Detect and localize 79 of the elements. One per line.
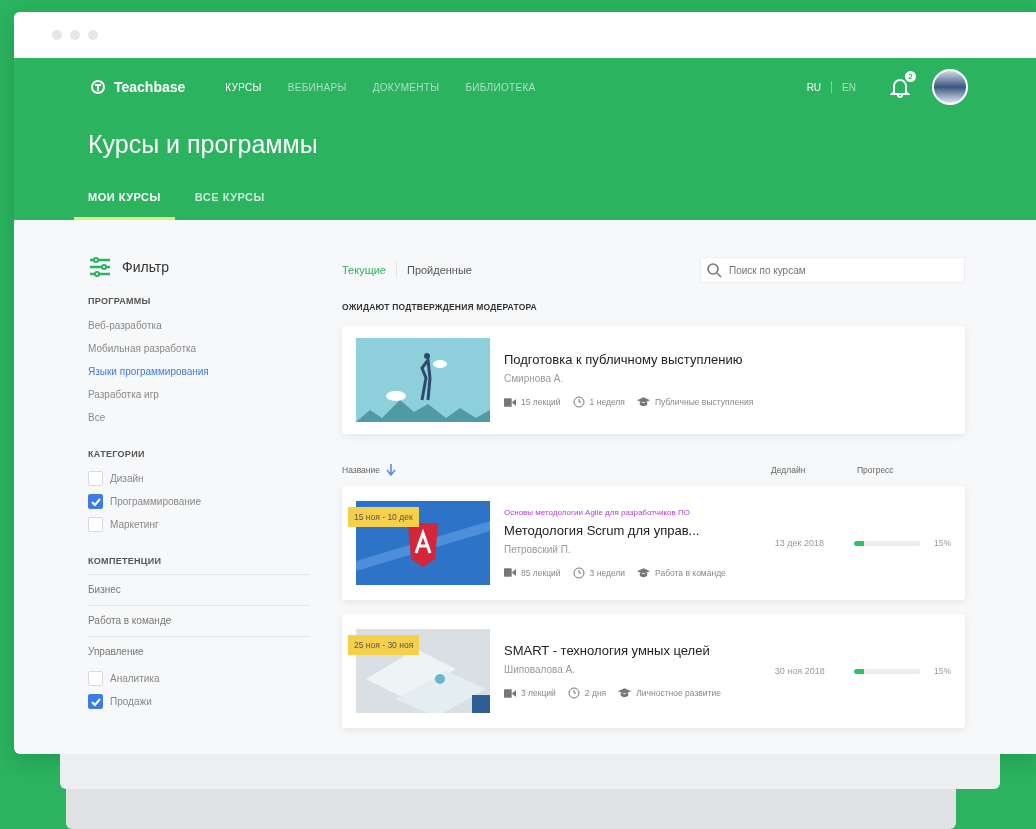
notification-badge: 2 — [905, 71, 916, 82]
column-header: Прогресс — [857, 465, 895, 475]
program-link[interactable]: Веб-разработка — [88, 314, 310, 337]
avatar[interactable] — [932, 69, 968, 105]
page-title: Курсы и программы — [88, 130, 319, 159]
nav-link[interactable]: БИБЛИОТЕКА — [465, 81, 536, 93]
video-icon — [504, 397, 516, 407]
clock-icon — [567, 687, 580, 699]
nav-link[interactable]: КУРСЫ — [225, 81, 262, 93]
competency-group[interactable]: Работа в команде — [88, 605, 310, 636]
course-topic: Публичные выступления — [654, 397, 754, 407]
program-link[interactable]: Основы методологии Agile для разработчиков ПО — [504, 507, 761, 517]
search-field[interactable]: Поиск по курсам — [700, 257, 965, 283]
clock-icon — [572, 396, 585, 408]
checkbox-label: Продажи — [110, 696, 152, 707]
section-heading: КОМПЕТЕНЦИИ — [88, 556, 163, 566]
bell-icon[interactable] — [890, 76, 910, 98]
course-topic: Личностное развитие — [636, 688, 721, 698]
graduation-cap-icon — [637, 567, 651, 578]
clock-icon — [572, 566, 585, 579]
graduation-cap-icon — [636, 397, 650, 407]
course-title: SMART - технология умных целей — [504, 643, 711, 658]
course-topic: Работа в команде — [655, 567, 726, 578]
section-heading: ПРОГРАММЫ — [88, 296, 152, 306]
checkbox-label: Аналитика — [110, 673, 160, 684]
window-dot-icon — [70, 30, 80, 40]
checkbox-label: Программирование — [110, 496, 201, 507]
course-row[interactable]: 15 ноя - 10 дек Основы методологии Agile для разработчиков ПО Методология Scrum для управ... Петровский П. 85 лекций 3 недели Работа в команде 13 дек 2018 15% — [342, 486, 965, 600]
logo-icon — [88, 77, 108, 97]
course-duration: 1 неделя — [589, 397, 625, 407]
window-dot-icon — [52, 30, 62, 40]
course-row[interactable]: 25 ноя - 30 ноя SMART - технология умных целей Шиповалова А. 3 лекций 2 дня Личностное развитие 30 ноя 2018 15% — [342, 614, 965, 728]
column-header: Дедлайн — [771, 465, 807, 475]
tab[interactable]: ВСЕ КУРСЫ — [180, 191, 279, 220]
program-link[interactable]: Мобильная разработка — [88, 337, 310, 360]
program-link[interactable]: Разработка игр — [88, 383, 310, 406]
window-dot-icon — [88, 30, 98, 40]
progress-percent: 15% — [933, 666, 951, 676]
date-range-badge: 25 ноя - 30 ноя — [348, 635, 420, 655]
checkbox[interactable] — [88, 694, 103, 709]
progress-percent: 15% — [933, 538, 951, 548]
course-card[interactable]: Подготовка к публичному выступлению Смирнова А. 15 лекций 1 неделя Публичные выступления — [342, 326, 965, 434]
course-author: Смирнова А. — [504, 373, 565, 384]
column-header[interactable]: Название — [342, 465, 380, 475]
program-link[interactable]: Все — [88, 406, 310, 429]
course-author: Петровский П. — [504, 543, 572, 555]
lecture-count: 3 лекций — [521, 688, 556, 698]
filter-icon — [88, 256, 112, 278]
tab[interactable]: МОИ КУРСЫ — [74, 191, 175, 220]
lecture-count: 15 лекций — [521, 397, 561, 407]
deadline-date: 30 ноя 2018 — [774, 666, 826, 676]
checkbox-label: Маркетинг — [110, 519, 159, 530]
section-heading: ОЖИДАЮТ ПОДТВЕРЖДЕНИЯ МОДЕРАТОРА — [342, 302, 538, 312]
language-link[interactable]: EN — [842, 81, 856, 93]
nav-link[interactable]: ВЕБИНАРЫ — [287, 81, 347, 93]
competency-group[interactable]: Управление — [88, 636, 310, 667]
filter-title: Фильтр — [122, 259, 170, 275]
language-link[interactable]: RU — [806, 81, 822, 93]
checkbox[interactable] — [88, 494, 103, 509]
lecture-count: 85 лекций — [521, 567, 561, 578]
course-author: Шиповалова А. — [504, 664, 576, 675]
section-heading: КАТЕГОРИИ — [88, 449, 146, 459]
date-range-badge: 15 ноя - 10 дек — [348, 507, 419, 527]
nav-link[interactable]: ДОКУМЕНТЫ — [372, 81, 440, 93]
video-icon — [504, 568, 516, 577]
deadline-date: 13 дек 2018 — [774, 538, 825, 548]
program-link[interactable]: Языки программирования — [88, 360, 310, 383]
course-duration: 2 дня — [584, 688, 607, 698]
sort-arrow-icon[interactable] — [386, 464, 396, 476]
status-tab[interactable]: Пройденные — [406, 264, 472, 276]
status-tab[interactable]: Текущие — [342, 264, 386, 276]
competency-group[interactable]: Бизнес — [88, 574, 310, 605]
course-duration: 3 недели — [589, 567, 626, 578]
checkbox-label: Дизайн — [110, 473, 144, 484]
course-title: Методология Scrum для управ... — [504, 522, 701, 538]
course-title: Подготовка к публичному выступлению — [504, 352, 744, 367]
logo-text[interactable]: Teachbase — [114, 79, 186, 95]
graduation-cap-icon — [618, 688, 632, 698]
video-icon — [504, 688, 516, 698]
